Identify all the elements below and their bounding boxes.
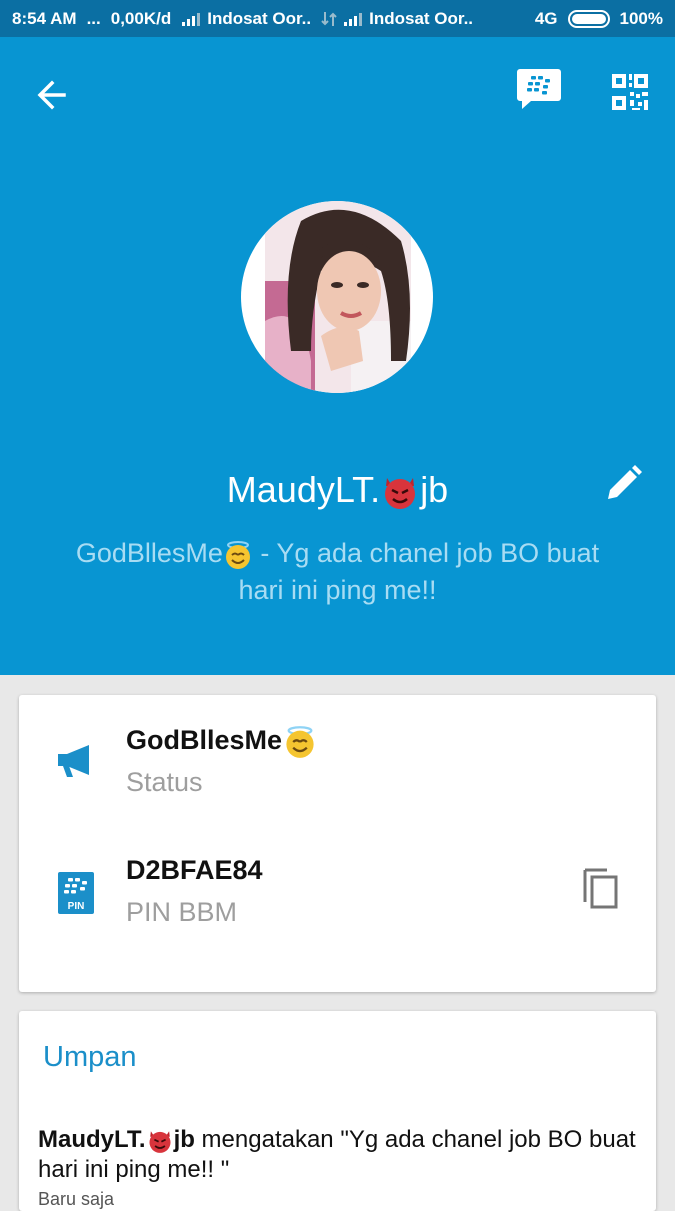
- pin-icon-text: PIN: [68, 901, 85, 912]
- profile-photo: [265, 201, 411, 393]
- smiling-devil-emoji: [149, 1130, 171, 1153]
- network-speed: 0,00K/d: [110, 8, 172, 28]
- signal-icon: [182, 12, 201, 26]
- carrier-1: Indosat Oor..: [207, 8, 312, 28]
- bbm-chat-icon: [517, 69, 561, 109]
- copy-pin-button[interactable]: [581, 868, 621, 910]
- status-bar: 8:54 AM ... 0,00K/d Indosat Oor.. Indosa…: [0, 0, 675, 37]
- profile-name-prefix: MaudyLT.: [226, 469, 381, 510]
- smiling-devil-emoji: [385, 478, 416, 510]
- back-button[interactable]: [32, 73, 76, 117]
- status-label: Status: [126, 767, 203, 797]
- halo-smile-emoji: [225, 540, 250, 569]
- bbm-chat-button[interactable]: [515, 67, 563, 111]
- feed-author-suffix: jb: [173, 1126, 195, 1153]
- feed-item[interactable]: MaudyLT. jb mengatakan "Yg ada chanel job…: [38, 1125, 638, 1184]
- signal-icon-2: [344, 12, 363, 26]
- status-value: GodBllesMe: [126, 725, 283, 756]
- feed-author-prefix: MaudyLT.: [38, 1126, 146, 1153]
- battery-level: 100%: [619, 8, 663, 28]
- profile-info-card: GodBllesMe Status PIN D2BFAE84 PIN BBM: [19, 695, 656, 992]
- edit-profile-button[interactable]: [603, 464, 643, 504]
- copy-icon: [583, 868, 618, 909]
- bbm-pin-icon: PIN: [58, 872, 94, 914]
- pin-label: PIN BBM: [126, 897, 238, 927]
- profile-header: MaudyLT. jb GodBllesMe - Yg ada chanel jo…: [0, 37, 675, 675]
- profile-avatar: [241, 201, 433, 393]
- more-dots: ...: [86, 8, 101, 28]
- qr-code-icon: [612, 74, 648, 110]
- feed-card: Umpan MaudyLT. jb mengatakan "Yg ada chan…: [19, 1011, 656, 1211]
- pin-value[interactable]: D2BFAE84: [126, 855, 263, 886]
- data-transfer-icon: [321, 11, 337, 26]
- arrow-left-icon: [37, 80, 66, 110]
- clock: 8:54 AM: [12, 8, 77, 28]
- carrier-2: Indosat Oor..: [369, 8, 474, 28]
- status-message-prefix: GodBllesMe: [75, 538, 223, 568]
- profile-name: MaudyLT. jb: [0, 469, 675, 512]
- pencil-icon: [608, 465, 642, 499]
- status-row[interactable]: GodBllesMe: [126, 725, 318, 759]
- profile-name-suffix: jb: [420, 469, 449, 510]
- network-type: 4G: [534, 8, 558, 28]
- battery-icon: [567, 9, 610, 28]
- halo-smile-emoji: [286, 726, 314, 758]
- qr-code-button[interactable]: [610, 72, 650, 112]
- profile-status-message: GodBllesMe - Yg ada chanel job BO buat h…: [60, 535, 615, 609]
- status-message-suffix: - Yg ada chanel job BO buat hari ini pin…: [238, 538, 600, 605]
- feed-title: Umpan: [43, 1041, 137, 1073]
- megaphone-icon: [58, 745, 89, 777]
